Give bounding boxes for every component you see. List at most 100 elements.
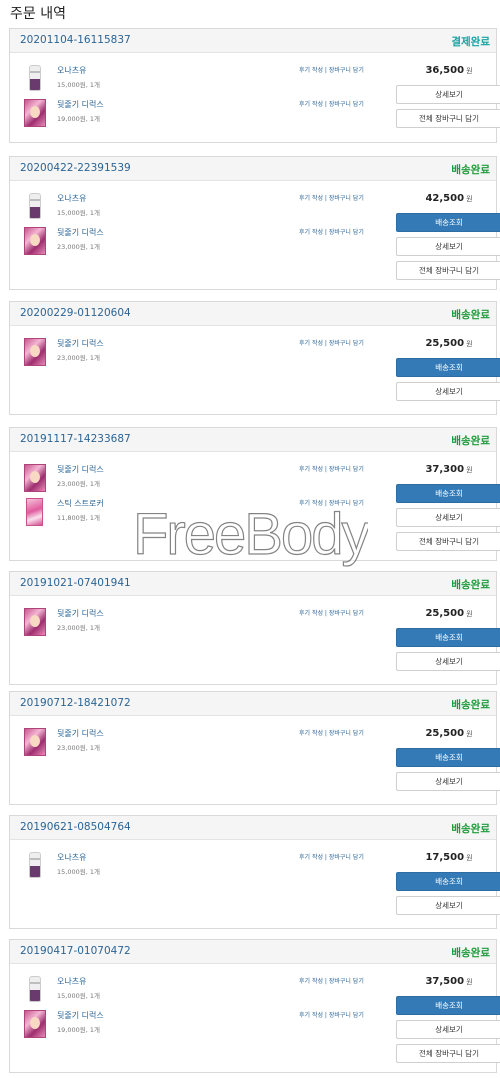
review-cart-links[interactable]: 후기 작성 | 장바구니 담기	[299, 1010, 364, 1019]
product-name-link[interactable]: 오나츠유	[57, 65, 86, 76]
product-thumbnail[interactable]	[24, 728, 46, 756]
order-detail-button[interactable]: 상세보기	[396, 85, 500, 104]
order-header: 20200422-22391539 배송완료	[10, 157, 496, 181]
order-total: 37,300 원	[397, 464, 500, 475]
order-item: 오나츠유 15,000원, 1개 후기 작성 | 장바구니 담기	[24, 976, 374, 1008]
order-number-link[interactable]: 20190621-08504764	[20, 821, 131, 833]
product-thumbnail[interactable]	[24, 608, 46, 636]
product-thumbnail[interactable]	[24, 338, 46, 366]
watermark-text: FreeBody	[133, 502, 368, 567]
order-header: 20191021-07401941 배송완료	[10, 572, 496, 596]
order-total-value: 25,500	[425, 338, 465, 349]
review-cart-links[interactable]: 후기 작성 | 장바구니 담기	[299, 728, 364, 737]
order-number-link[interactable]: 20201104-16115837	[20, 34, 131, 46]
order-item: 뒷줄기 디럭스 19,000원, 1개 후기 작성 | 장바구니 담기	[24, 1010, 374, 1042]
product-thumbnail[interactable]	[24, 464, 46, 492]
order-total-value: 25,500	[425, 608, 465, 619]
review-cart-links[interactable]: 후기 작성 | 장바구니 담기	[299, 227, 364, 236]
order-card: 20200422-22391539 배송완료 오나츠유 15,000원, 1개 …	[9, 156, 500, 290]
product-thumbnail[interactable]	[24, 1010, 46, 1038]
product-name-link[interactable]: 오나츠유	[57, 852, 86, 863]
order-number-link[interactable]: 20190417-01070472	[20, 945, 131, 957]
track-delivery-button[interactable]: 배송조회	[396, 628, 500, 647]
order-header: 20191117-14233687 배송완료	[10, 428, 496, 452]
review-cart-links[interactable]: 후기 작성 | 장바구니 담기	[299, 99, 364, 108]
order-detail-button[interactable]: 상세보기	[396, 1020, 500, 1039]
order-status: 배송완료	[451, 947, 490, 959]
product-name-link[interactable]: 오나츠유	[57, 193, 86, 204]
product-thumbnail[interactable]	[29, 65, 41, 91]
product-price-qty: 19,000원, 1개	[57, 1026, 100, 1034]
review-cart-links[interactable]: 후기 작성 | 장바구니 담기	[299, 976, 364, 985]
track-delivery-button[interactable]: 배송조회	[396, 996, 500, 1015]
product-thumbnail[interactable]	[24, 99, 46, 127]
add-all-to-cart-button[interactable]: 전체 장바구니 담기	[396, 532, 500, 551]
order-card: 20190417-01070472 배송완료 오나츠유 15,000원, 1개 …	[9, 939, 500, 1073]
order-header: 20201104-16115837 결제완료	[10, 29, 496, 53]
review-cart-links[interactable]: 후기 작성 | 장바구니 담기	[299, 338, 364, 347]
review-cart-links[interactable]: 후기 작성 | 장바구니 담기	[299, 65, 364, 74]
order-total-value: 42,500	[425, 193, 465, 204]
review-cart-links[interactable]: 후기 작성 | 장바구니 담기	[299, 193, 364, 202]
track-delivery-button[interactable]: 배송조회	[396, 872, 500, 891]
order-total: 42,500 원	[397, 193, 500, 204]
order-header: 20200229-01120604 배송완료	[10, 302, 496, 326]
review-cart-links[interactable]: 후기 작성 | 장바구니 담기	[299, 608, 364, 617]
order-number-link[interactable]: 20190712-18421072	[20, 697, 131, 709]
product-thumbnail[interactable]	[24, 227, 46, 255]
product-price-qty: 23,000원, 1개	[57, 243, 100, 251]
order-item: 뒷줄기 디럭스 19,000원, 1개 후기 작성 | 장바구니 담기	[24, 99, 374, 131]
track-delivery-button[interactable]: 배송조회	[396, 748, 500, 767]
order-detail-button[interactable]: 상세보기	[396, 772, 500, 791]
order-detail-button[interactable]: 상세보기	[396, 382, 500, 401]
track-delivery-button[interactable]: 배송조회	[396, 358, 500, 377]
product-name-link[interactable]: 뒷줄기 디럭스	[57, 728, 104, 739]
order-total: 17,500 원	[397, 852, 500, 863]
product-price-qty: 15,000원, 1개	[57, 868, 100, 876]
order-detail-button[interactable]: 상세보기	[396, 237, 500, 256]
product-name-link[interactable]: 뒷줄기 디럭스	[57, 338, 104, 349]
product-name-link[interactable]: 뒷줄기 디럭스	[57, 99, 104, 110]
add-all-to-cart-button[interactable]: 전체 장바구니 담기	[396, 261, 500, 280]
product-price-qty: 23,000원, 1개	[57, 480, 100, 488]
order-status: 배송완료	[451, 699, 490, 711]
product-name-link[interactable]: 뒷줄기 디럭스	[57, 464, 104, 475]
currency-unit: 원	[466, 610, 473, 618]
track-delivery-button[interactable]: 배송조회	[396, 484, 500, 503]
track-delivery-button[interactable]: 배송조회	[396, 213, 500, 232]
order-total-value: 36,500	[425, 65, 465, 76]
currency-unit: 원	[466, 978, 473, 986]
order-detail-button[interactable]: 상세보기	[396, 508, 500, 527]
add-all-to-cart-button[interactable]: 전체 장바구니 담기	[396, 1044, 500, 1063]
product-thumbnail[interactable]	[29, 976, 41, 1002]
order-item: 뒷줄기 디럭스 23,000원, 1개 후기 작성 | 장바구니 담기	[24, 227, 374, 259]
order-total: 37,500 원	[397, 976, 500, 987]
order-number-link[interactable]: 20200229-01120604	[20, 307, 131, 319]
review-cart-links[interactable]: 후기 작성 | 장바구니 담기	[299, 852, 364, 861]
product-price-qty: 15,000원, 1개	[57, 81, 100, 89]
order-detail-button[interactable]: 상세보기	[396, 896, 500, 915]
add-all-to-cart-button[interactable]: 전체 장바구니 담기	[396, 109, 500, 128]
product-name-link[interactable]: 오나츠유	[57, 976, 86, 987]
review-cart-links[interactable]: 후기 작성 | 장바구니 담기	[299, 464, 364, 473]
order-number-link[interactable]: 20200422-22391539	[20, 162, 131, 174]
order-number-link[interactable]: 20191117-14233687	[20, 433, 131, 445]
order-item: 뒷줄기 디럭스 23,000원, 1개 후기 작성 | 장바구니 담기	[24, 338, 374, 370]
product-price-qty: 15,000원, 1개	[57, 209, 100, 217]
order-item: 뒷줄기 디럭스 23,000원, 1개 후기 작성 | 장바구니 담기	[24, 608, 374, 640]
order-status: 배송완료	[451, 823, 490, 835]
freebody-watermark: FreeBody	[133, 502, 368, 568]
order-total: 25,500 원	[397, 728, 500, 739]
order-item: 오나츠유 15,000원, 1개 후기 작성 | 장바구니 담기	[24, 852, 374, 884]
order-detail-button[interactable]: 상세보기	[396, 652, 500, 671]
product-thumbnail[interactable]	[29, 852, 41, 878]
order-header: 20190417-01070472 배송완료	[10, 940, 496, 964]
product-thumbnail[interactable]	[26, 498, 43, 526]
product-name-link[interactable]: 뒷줄기 디럭스	[57, 227, 104, 238]
product-thumbnail[interactable]	[29, 193, 41, 219]
order-total-value: 37,300	[425, 464, 465, 475]
product-name-link[interactable]: 스틱 스트로커	[57, 498, 104, 509]
product-name-link[interactable]: 뒷줄기 디럭스	[57, 608, 104, 619]
order-number-link[interactable]: 20191021-07401941	[20, 577, 131, 589]
product-name-link[interactable]: 뒷줄기 디럭스	[57, 1010, 104, 1021]
